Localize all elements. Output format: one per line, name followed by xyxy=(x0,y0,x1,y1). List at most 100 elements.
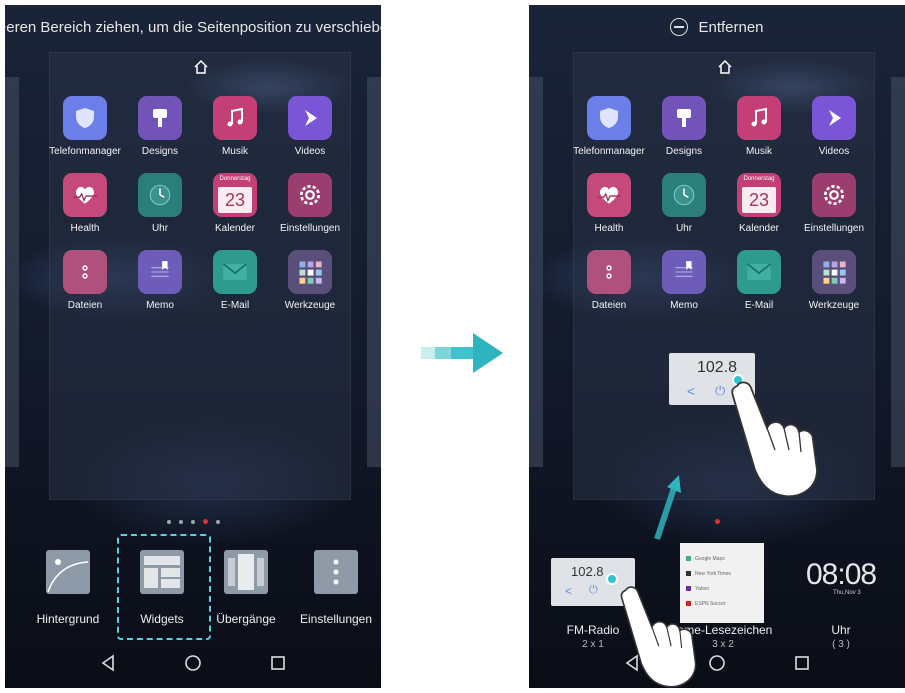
clock-widget-time[interactable]: 08:08 xyxy=(806,558,877,592)
app-memo[interactable]: Memo xyxy=(120,250,200,311)
app-gear[interactable]: Einstellungen xyxy=(794,173,874,234)
file-icon xyxy=(587,250,631,294)
app-label: Dateien xyxy=(67,300,103,311)
home-icon[interactable] xyxy=(717,59,733,75)
app-music-note[interactable]: Musik xyxy=(195,96,275,157)
app-shield[interactable]: Telefonmanager xyxy=(45,96,125,157)
bookmark-row: New York Times xyxy=(680,566,764,581)
app-play[interactable]: Videos xyxy=(270,96,350,157)
home-circle-icon[interactable] xyxy=(708,654,726,672)
gear-icon xyxy=(288,173,332,217)
mail-icon xyxy=(213,250,257,294)
music-note-icon xyxy=(737,96,781,140)
app-label: Memo xyxy=(146,300,174,311)
app-calendar[interactable]: Donnerstag 23 Kalender xyxy=(195,173,275,234)
app-folder[interactable]: Werkzeuge xyxy=(794,250,874,311)
recents-icon[interactable] xyxy=(793,654,811,672)
app-label: E-Mail xyxy=(220,300,250,311)
calendar-day: 23 xyxy=(218,187,252,213)
tray-hintergrund[interactable]: Hintergrund xyxy=(23,550,113,626)
prev-station-icon[interactable]: < xyxy=(565,584,572,598)
power-icon[interactable]: ⏻ xyxy=(589,584,598,597)
recents-icon[interactable] xyxy=(269,654,287,672)
app-label: E-Mail xyxy=(744,300,774,311)
app-label: Health xyxy=(594,223,624,234)
page-indicator xyxy=(5,513,381,531)
memo-icon xyxy=(138,250,182,294)
widgets-highlight-frame xyxy=(117,534,211,640)
app-label: Einstellungen xyxy=(803,223,865,234)
heart-icon xyxy=(63,173,107,217)
right-phone-screen: Entfernen Telefonmanager Designs Musik Vide… xyxy=(529,5,905,688)
touch-point xyxy=(606,573,618,585)
power-icon[interactable]: ⏻ xyxy=(715,383,725,399)
prev-page-edge[interactable] xyxy=(529,77,543,467)
drag-up-arrow-icon xyxy=(654,475,681,540)
app-label: Memo xyxy=(670,300,698,311)
app-label: Telefonmanager xyxy=(573,146,645,157)
app-label: Designs xyxy=(665,146,703,157)
homescreen-page-preview[interactable]: Telefonmanager Designs Musik Videos Health Uh… xyxy=(49,52,351,500)
app-mail[interactable]: E-Mail xyxy=(195,250,275,311)
app-label: Werkzeuge xyxy=(284,300,336,311)
app-play[interactable]: Videos xyxy=(794,96,874,157)
app-label: Einstellungen xyxy=(279,223,341,234)
app-heart[interactable]: Health xyxy=(569,173,649,234)
app-label: Werkzeuge xyxy=(808,300,860,311)
app-file[interactable]: Dateien xyxy=(569,250,649,311)
homescreen-page-preview[interactable]: Telefonmanager Designs Musik Videos Health Uh… xyxy=(573,52,875,500)
next-page-edge[interactable] xyxy=(891,77,905,467)
nav-bar xyxy=(5,638,381,688)
brush-icon xyxy=(138,96,182,140)
memo-icon xyxy=(662,250,706,294)
clock-widget-date: Thu,Nov 3 xyxy=(833,590,861,596)
drag-hint: Leeren Bereich ziehen, um die Seitenposi… xyxy=(5,18,381,36)
radio-frequency: 102.8 xyxy=(571,564,604,579)
remove-zone[interactable]: Entfernen xyxy=(529,5,905,49)
heart-icon xyxy=(587,173,631,217)
app-memo[interactable]: Memo xyxy=(644,250,724,311)
tray-uebergaenge[interactable]: Übergänge xyxy=(201,550,291,626)
app-music-note[interactable]: Musik xyxy=(719,96,799,157)
music-note-icon xyxy=(213,96,257,140)
mail-icon xyxy=(737,250,781,294)
back-icon[interactable] xyxy=(99,654,117,672)
app-gear[interactable]: Einstellungen xyxy=(270,173,350,234)
nav-bar xyxy=(529,638,905,688)
calendar-weekday: Donnerstag xyxy=(743,176,775,182)
app-label: Kalender xyxy=(214,223,256,234)
bookmark-row: Google Maps xyxy=(680,551,764,566)
app-label: Designs xyxy=(141,146,179,157)
app-folder[interactable]: Werkzeuge xyxy=(270,250,350,311)
remove-label: Entfernen xyxy=(698,18,764,36)
app-label: Musik xyxy=(745,146,773,157)
app-shield[interactable]: Telefonmanager xyxy=(569,96,649,157)
prev-page-edge[interactable] xyxy=(5,77,19,467)
app-calendar[interactable]: Donnerstag 23 Kalender xyxy=(719,173,799,234)
app-file[interactable]: Dateien xyxy=(45,250,125,311)
app-label: Videos xyxy=(294,146,326,157)
tray-einstellungen[interactable]: Einstellungen xyxy=(291,550,381,626)
folder-icon xyxy=(812,250,856,294)
calendar-day: 23 xyxy=(742,187,776,213)
shield-icon xyxy=(63,96,107,140)
calendar-icon: Donnerstag 23 xyxy=(737,173,781,217)
app-brush[interactable]: Designs xyxy=(120,96,200,157)
app-clock[interactable]: Uhr xyxy=(644,173,724,234)
back-icon[interactable] xyxy=(623,654,641,672)
app-clock[interactable]: Uhr xyxy=(120,173,200,234)
app-label: Telefonmanager xyxy=(49,146,121,157)
app-heart[interactable]: Health xyxy=(45,173,125,234)
home-circle-icon[interactable] xyxy=(184,654,202,672)
calendar-icon: Donnerstag 23 xyxy=(213,173,257,217)
app-label: Uhr xyxy=(151,223,169,234)
tray-label: Einstellungen xyxy=(299,612,373,626)
prev-station-icon[interactable]: < xyxy=(687,383,695,399)
shield-icon xyxy=(587,96,631,140)
app-mail[interactable]: E-Mail xyxy=(719,250,799,311)
app-label: Dateien xyxy=(591,300,627,311)
folder-icon xyxy=(288,250,332,294)
home-icon[interactable] xyxy=(193,59,209,75)
next-page-edge[interactable] xyxy=(367,77,381,467)
app-brush[interactable]: Designs xyxy=(644,96,724,157)
